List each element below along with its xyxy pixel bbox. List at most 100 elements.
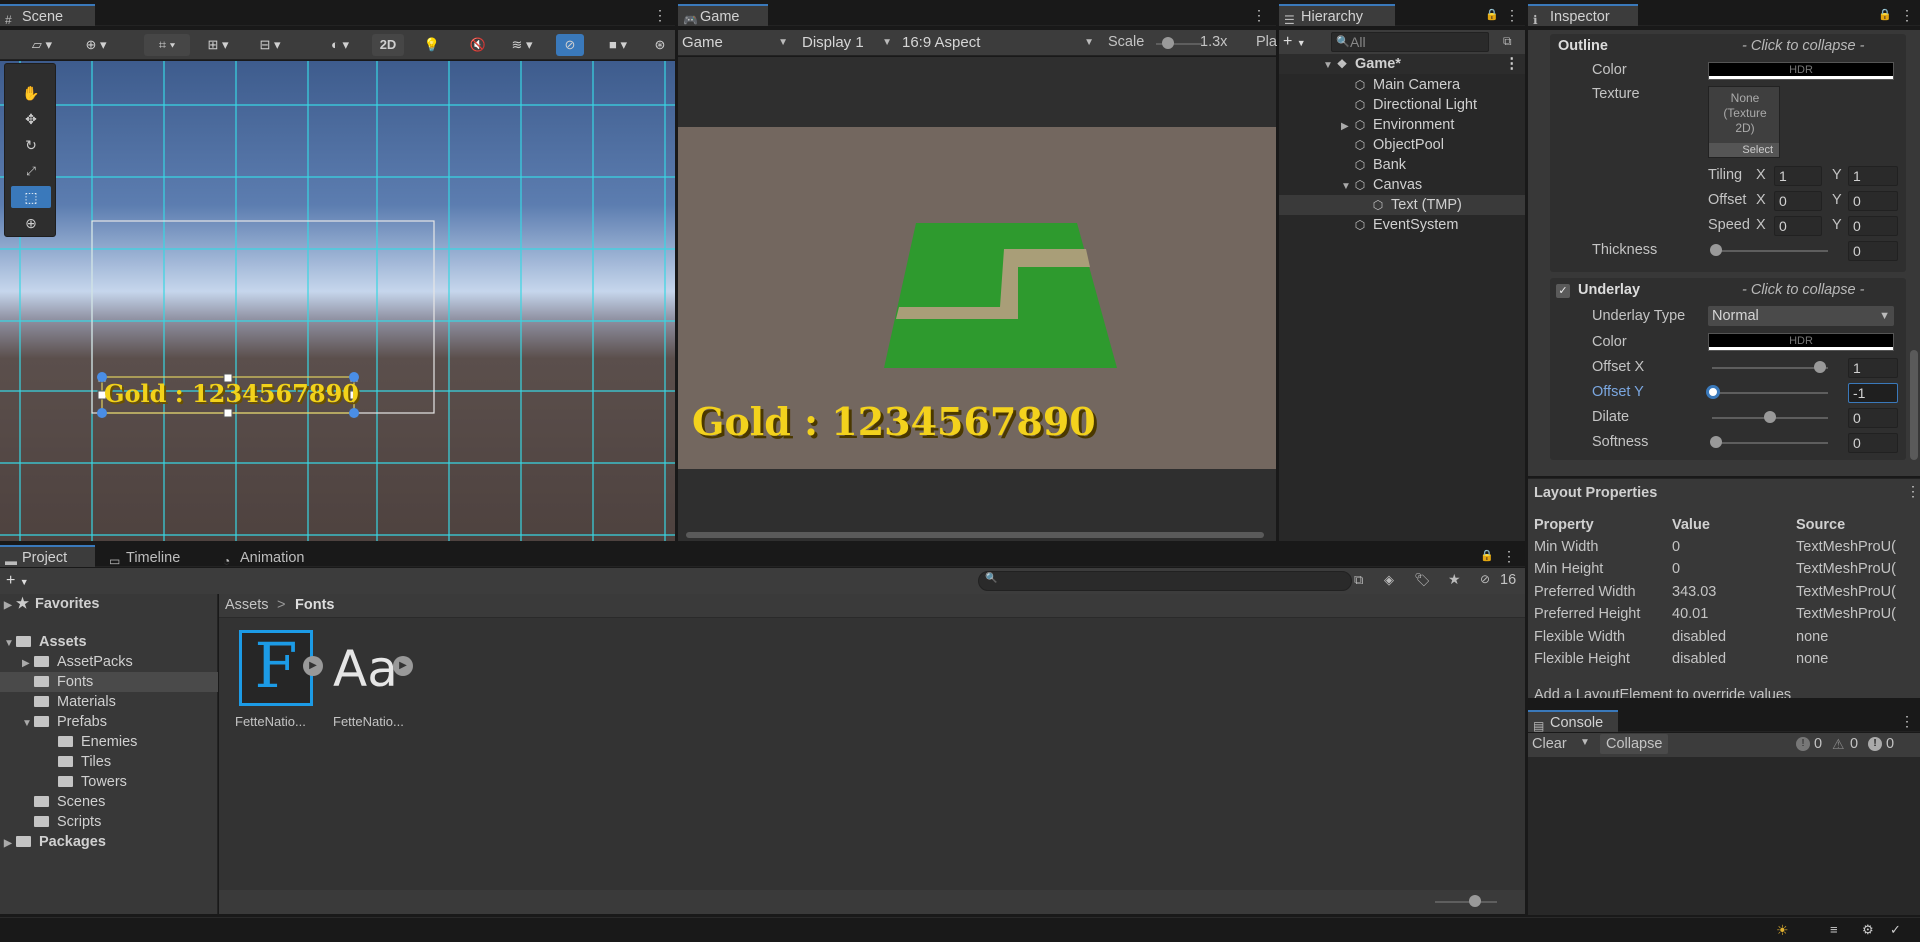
grid-snap-icon[interactable]: ⊞ ▾: [196, 34, 240, 56]
hierarchy-item-main-camera[interactable]: ⬡ Main Camera: [1279, 75, 1460, 95]
search-type-icon[interactable]: ⧉: [1354, 572, 1363, 588]
underlay-softness-knob[interactable]: [1710, 436, 1722, 448]
expand-arrow-icon[interactable]: ▶: [22, 654, 34, 674]
expand-arrow-icon[interactable]: ▼: [22, 714, 34, 734]
create-button[interactable]: + ▼: [6, 570, 40, 592]
expand-arrow-icon[interactable]: ▼: [1341, 177, 1353, 197]
hierarchy-item-environment[interactable]: ▶ ⬡ Environment: [1279, 115, 1454, 135]
outline-collapse-hint[interactable]: - Click to collapse -: [1742, 38, 1864, 54]
outline-color-field[interactable]: HDR: [1708, 62, 1894, 80]
tree-item-scenes[interactable]: Scenes: [34, 792, 105, 812]
breadcrumb-fonts[interactable]: Fonts: [295, 597, 334, 613]
underlay-offset-x-knob[interactable]: [1814, 361, 1826, 373]
offset-x-field[interactable]: 0: [1774, 191, 1822, 211]
tree-item-favorites[interactable]: ▶ ★ Favorites: [4, 594, 99, 614]
asset-tile[interactable]: F ▶ FetteNatio...: [233, 629, 323, 730]
root-menu-icon[interactable]: ⋮: [1505, 54, 1520, 74]
search-options-icon[interactable]: ⧉: [1503, 34, 1519, 50]
texture-slot[interactable]: None (Texture 2D) Select: [1708, 86, 1780, 158]
game-menu-icon[interactable]: ⋮: [1252, 4, 1266, 26]
tab-game[interactable]: 🎮 Game: [678, 4, 768, 27]
draw-mode-icon[interactable]: ▱ ▾: [22, 34, 62, 56]
texture-select-button[interactable]: Select: [1709, 143, 1779, 157]
tree-item-materials[interactable]: Materials: [34, 692, 116, 712]
globe-icon[interactable]: ⊕ ▾: [74, 34, 118, 56]
underlay-dilate-field[interactable]: 0: [1848, 408, 1898, 428]
hierarchy-search-input[interactable]: 🔍 All: [1331, 32, 1489, 52]
project-search-input[interactable]: 🔍: [978, 571, 1352, 591]
camera-icon[interactable]: ■ ▾: [596, 34, 640, 56]
tree-item-scripts[interactable]: Scripts: [34, 812, 101, 832]
tree-item-tiles[interactable]: Tiles: [58, 752, 111, 772]
underlay-offset-x-slider[interactable]: [1712, 367, 1828, 369]
tab-project[interactable]: ▬ Project: [0, 545, 95, 568]
hierarchy-item-text-tmp[interactable]: ⬡ Text (TMP): [1279, 195, 1525, 215]
lock-icon[interactable]: 🔒: [1878, 4, 1892, 26]
move-tool-icon[interactable]: ✥: [11, 108, 51, 130]
underlay-collapse-hint[interactable]: - Click to collapse -: [1742, 282, 1864, 298]
inspector-menu-icon[interactable]: ⋮: [1900, 4, 1914, 26]
expand-arrow-icon[interactable]: ▶: [1341, 117, 1353, 137]
tree-item-towers[interactable]: Towers: [58, 772, 127, 792]
thickness-slider-knob[interactable]: [1710, 244, 1722, 256]
aspect-select[interactable]: 16:9 Aspect ▼: [902, 32, 1098, 54]
tab-scene[interactable]: # Scene: [0, 4, 95, 27]
offset-y-field[interactable]: 0: [1848, 191, 1898, 211]
transform-tool-icon[interactable]: ⊕: [11, 212, 51, 234]
thickness-slider[interactable]: [1712, 250, 1828, 252]
game-scrollbar[interactable]: [686, 532, 1264, 538]
visibility-icon[interactable]: ⊘: [556, 34, 584, 56]
expand-arrow-icon[interactable]: ▶: [4, 834, 16, 854]
rect-tool-icon[interactable]: ⬚: [11, 186, 51, 208]
tree-item-assets[interactable]: ▼ Assets: [4, 632, 87, 652]
expand-arrow-icon[interactable]: ▼: [1323, 56, 1335, 76]
underlay-title[interactable]: Underlay: [1578, 282, 1640, 298]
debug-icon[interactable]: ⚙: [1862, 922, 1874, 938]
underlay-dilate-knob[interactable]: [1764, 411, 1776, 423]
align-icon[interactable]: ⊟ ▾: [248, 34, 292, 56]
cache-icon[interactable]: ≡: [1830, 922, 1838, 937]
underlay-type-select[interactable]: Normal ▼: [1708, 306, 1894, 326]
underlay-color-field[interactable]: HDR: [1708, 333, 1894, 351]
breadcrumb-assets[interactable]: Assets: [225, 597, 269, 613]
tree-item-enemies[interactable]: Enemies: [58, 732, 137, 752]
expand-arrow-icon[interactable]: ▼: [4, 634, 16, 654]
thickness-field[interactable]: 0: [1848, 241, 1898, 261]
play-mode-select[interactable]: Pla: [1256, 34, 1277, 50]
tiling-x-field[interactable]: 1: [1774, 166, 1822, 186]
asset-tile[interactable]: Aa ▶ FetteNatio...: [329, 630, 419, 730]
gizmo-icon[interactable]: ⊛: [648, 34, 672, 56]
hierarchy-root[interactable]: ▼ ❖ Game* ⋮: [1279, 54, 1525, 74]
info-icon[interactable]: !: [1796, 737, 1810, 751]
mode-2d-button[interactable]: 2D: [372, 34, 404, 56]
outline-title[interactable]: Outline: [1558, 38, 1608, 54]
hierarchy-item-directional-light[interactable]: ⬡ Directional Light: [1279, 95, 1477, 115]
rotate-tool-icon[interactable]: ↻: [11, 134, 51, 156]
lock-icon[interactable]: 🔒: [1485, 4, 1499, 26]
hierarchy-menu-icon[interactable]: ⋮: [1505, 4, 1519, 26]
console-menu-icon[interactable]: ⋮: [1900, 710, 1914, 732]
underlay-checkbox[interactable]: ✓: [1556, 284, 1570, 298]
filter-type-icon[interactable]: ◈: [1384, 572, 1394, 588]
label-filter-icon[interactable]: 🏷: [1414, 572, 1431, 588]
effects-icon[interactable]: ≋ ▾: [500, 34, 544, 56]
underlay-offset-y-knob[interactable]: [1706, 385, 1720, 399]
project-menu-icon[interactable]: ⋮: [1502, 545, 1516, 567]
hierarchy-item-objectpool[interactable]: ⬡ ObjectPool: [1279, 135, 1444, 155]
tree-item-assetpacks[interactable]: ▶ AssetPacks: [22, 652, 133, 672]
scale-slider-knob[interactable]: [1162, 37, 1174, 49]
tab-timeline[interactable]: ▭ Timeline: [104, 545, 204, 568]
underlay-offset-x-field[interactable]: 1: [1848, 358, 1898, 378]
hierarchy-item-canvas[interactable]: ▼ ⬡ Canvas: [1279, 175, 1422, 195]
console-collapse-button[interactable]: Collapse: [1600, 734, 1669, 754]
underlay-offset-y-field[interactable]: -1: [1848, 383, 1898, 403]
tab-console[interactable]: ▤ Console: [1528, 710, 1618, 733]
tree-item-fonts[interactable]: Fonts: [0, 672, 218, 692]
inspector-scrollbar[interactable]: [1910, 350, 1918, 460]
scale-tool-icon[interactable]: ⤢: [11, 160, 51, 182]
play-icon[interactable]: ▶: [303, 656, 323, 676]
game-view-select[interactable]: Game ▼: [682, 32, 792, 54]
game-viewport[interactable]: Gold : 1234567890: [678, 57, 1276, 541]
hierarchy-item-eventsystem[interactable]: ⬡ EventSystem: [1279, 215, 1459, 235]
tiling-y-field[interactable]: 1: [1848, 166, 1898, 186]
